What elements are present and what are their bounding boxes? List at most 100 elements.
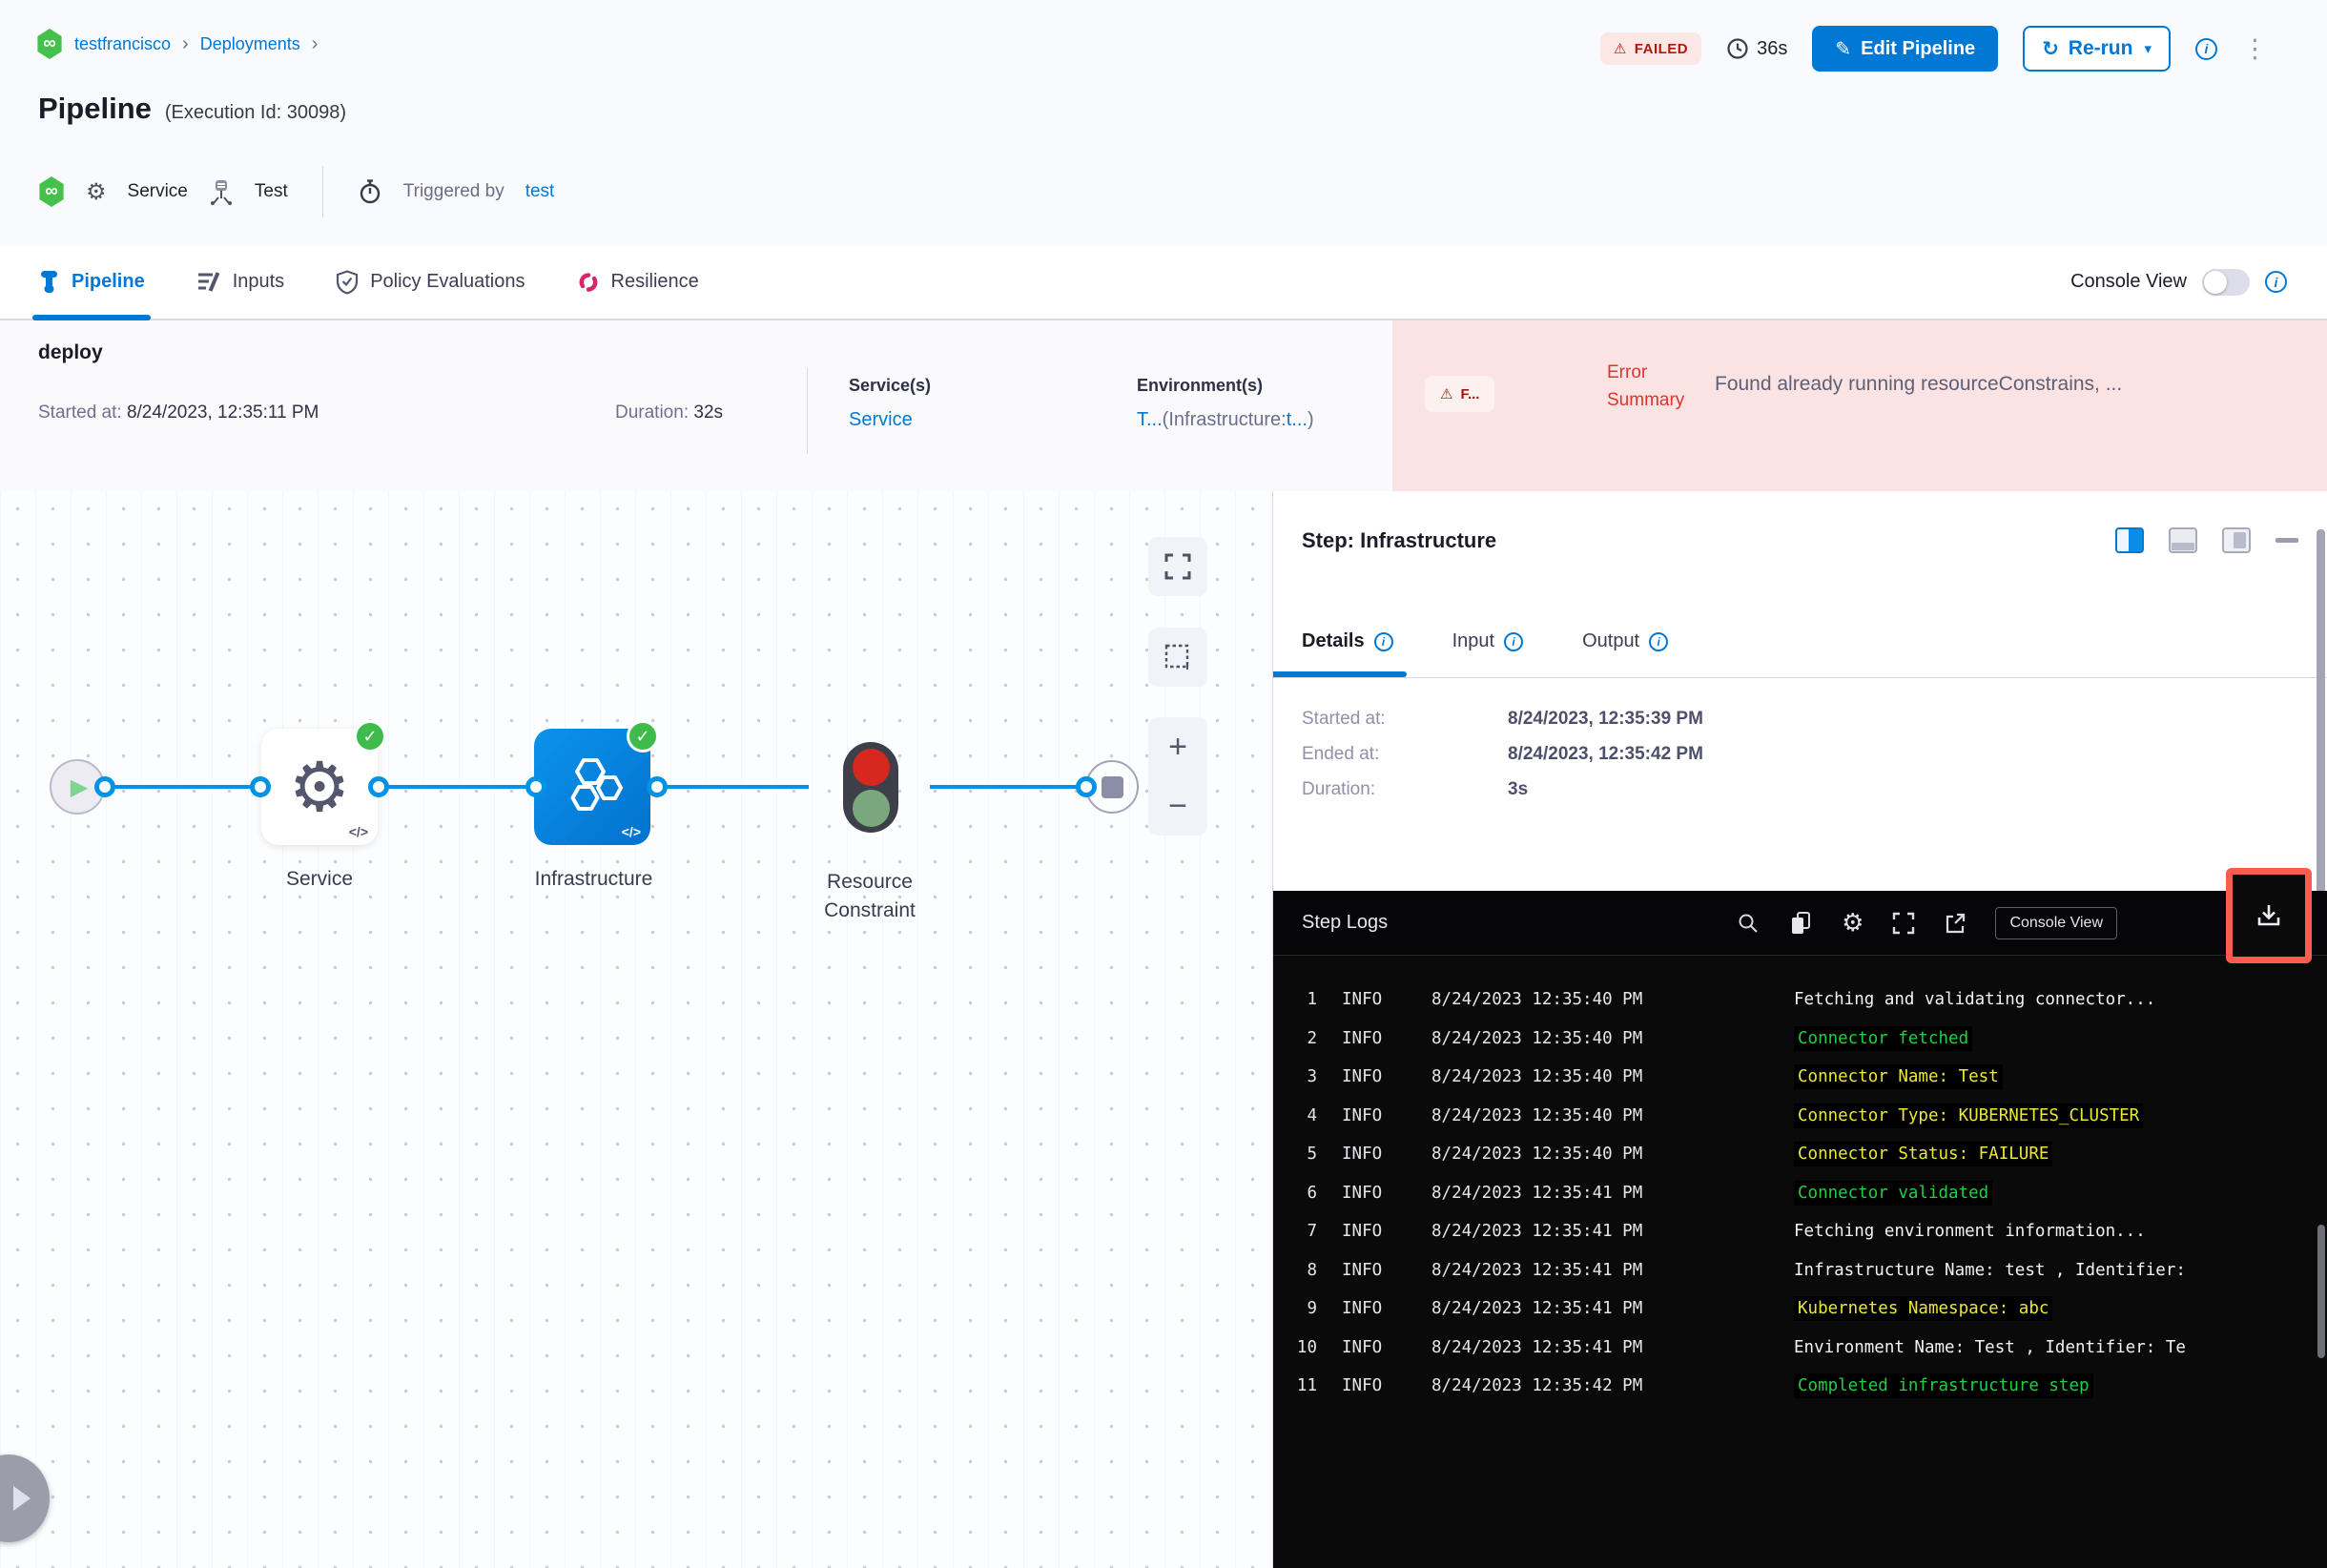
marquee-select-icon [1164, 644, 1189, 670]
log-line: 5 INFO 8/24/2023 12:35:40 PM Connector Stat… [1273, 1135, 2327, 1174]
info-icon[interactable]: i [2195, 37, 2217, 60]
edge-line [379, 785, 536, 789]
tab-output[interactable]: Output i [1582, 606, 1669, 677]
log-line: 10 INFO 8/24/2023 12:35:41 PM Environment N… [1296, 1337, 2186, 1357]
canvas-fullscreen-button[interactable] [1148, 537, 1207, 596]
tab-inputs[interactable]: Inputs [196, 245, 284, 319]
panel-header: Step: Infrastructure [1302, 527, 2298, 553]
canvas-zoom-controls: + − [1148, 717, 1207, 836]
open-in-new-icon[interactable] [1944, 912, 1967, 935]
edge-port [1076, 776, 1097, 797]
info-icon[interactable]: i [1649, 631, 1669, 651]
elapsed-time: 36s [1726, 37, 1787, 60]
zoom-in-button[interactable]: + [1148, 717, 1207, 776]
chevron-right-icon: › [182, 32, 189, 54]
tab-pipeline[interactable]: Pipeline [32, 245, 151, 320]
app-root: ∞ testfrancisco › Deployments › Pipeline… [0, 0, 2327, 1568]
node-label-service: Service [285, 868, 354, 890]
edge-port [250, 776, 271, 797]
detail-ended: Ended at: 8/24/2023, 12:35:42 PM [1302, 744, 1703, 764]
canvas-select-button[interactable] [1148, 628, 1207, 687]
edge-line [105, 785, 260, 789]
infrastructure-link[interactable]: t... [1287, 409, 1308, 430]
info-icon[interactable]: i [1373, 631, 1393, 651]
log-line: 1 INFO 8/24/2023 12:35:40 PM Fetching and v… [1307, 990, 2156, 1010]
rerun-button[interactable]: ↻ Re-run ▾ [2023, 26, 2171, 72]
tab-resilience[interactable]: Resilience [577, 245, 699, 319]
node-infrastructure[interactable]: ✓ </> [534, 720, 659, 845]
settings-gear-icon[interactable]: ⚙ [1842, 908, 1864, 938]
environment-link[interactable]: T... [1137, 409, 1163, 430]
kebab-menu-icon[interactable]: ⋮ [2242, 34, 2268, 64]
breadcrumb-deployments-link[interactable]: Deployments [200, 34, 300, 54]
step-logs-header: Step Logs ⚙ Console View [1273, 868, 2327, 963]
red-light [852, 748, 890, 786]
edit-pipeline-button[interactable]: ✎ Edit Pipeline [1812, 26, 1999, 72]
log-line: 4 INFO 8/24/2023 12:35:40 PM Connector Type… [1273, 1097, 2327, 1136]
layout-split-right-icon[interactable] [2115, 527, 2144, 553]
detail-started: Started at: 8/24/2023, 12:35:39 PM [1302, 709, 1703, 729]
log-lines: 1 INFO 8/24/2023 12:35:40 PM Fetching and v… [1273, 956, 2327, 1406]
download-logs-highlight [2226, 868, 2312, 963]
panel-layout-controls [2115, 527, 2298, 553]
console-view-cluster: Console View i [2070, 245, 2287, 319]
logs-fullscreen-icon[interactable] [1892, 912, 1915, 935]
search-icon[interactable] [1737, 912, 1760, 935]
left-drawer-handle[interactable] [0, 1455, 50, 1542]
console-view-label: Console View [2070, 271, 2187, 292]
execution-id: (Execution Id: 30098) [164, 102, 346, 123]
step-details-panel: Step: Infrastructure Details i Input i O… [1272, 491, 2327, 1568]
execution-tabbar: Pipeline Inputs Policy Evaluations Resil… [0, 245, 2327, 320]
panel-scrollbar[interactable] [2317, 529, 2325, 930]
tab-policy-evaluations[interactable]: Policy Evaluations [336, 245, 525, 319]
hexagons-icon [570, 758, 623, 811]
harness-logo-icon: ∞ [39, 176, 64, 207]
pencil-icon: ✎ [1835, 38, 1852, 60]
error-summary-label: Error Summary [1607, 362, 1685, 410]
warning-icon: ⚠ [1440, 386, 1453, 402]
pipeline-canvas[interactable]: ▶ ⚙ ✓ </> ✓ </> Service Infrastructure R… [0, 491, 1272, 1568]
zoom-out-button[interactable]: − [1148, 776, 1207, 836]
tab-details[interactable]: Details i [1273, 606, 1407, 677]
node-service[interactable]: ⚙ ✓ </> [261, 720, 386, 845]
workspace: ▶ ⚙ ✓ </> ✓ </> Service Infrastructure R… [0, 491, 2327, 1568]
console-view-toggle[interactable] [2202, 268, 2250, 296]
stage-name: deploy [38, 341, 103, 363]
environment-icon [209, 178, 234, 205]
chevron-right-icon: › [311, 32, 319, 54]
log-line: 8 INFO 8/24/2023 12:35:41 PM Infrastructure… [1307, 1260, 2186, 1280]
logs-scrollbar[interactable] [2317, 1225, 2325, 1358]
node-resource-constraint[interactable] [843, 742, 898, 833]
log-line: 3 INFO 8/24/2023 12:35:40 PM Connector Name… [1273, 1058, 2327, 1097]
code-badge: </> [621, 824, 641, 839]
edge-port [525, 776, 546, 797]
layout-bottom-icon[interactable] [2169, 527, 2197, 553]
triggered-by-link[interactable]: test [525, 181, 555, 202]
info-icon[interactable]: i [2265, 271, 2287, 293]
minimize-icon[interactable] [2276, 538, 2298, 543]
layout-float-icon[interactable] [2222, 527, 2251, 553]
environments-label: Environment(s) [1137, 376, 1264, 395]
copy-icon[interactable] [1788, 911, 1813, 936]
inputs-icon [197, 272, 220, 292]
arrow-right-icon [13, 1486, 31, 1511]
gear-icon: ⚙ [86, 178, 107, 205]
environments-block: Environment(s) T...(Infrastructure:t...) [1137, 376, 1314, 431]
info-icon[interactable]: i [1504, 631, 1524, 651]
toggle-knob [2204, 270, 2227, 294]
log-toolbar: ⚙ Console View [1737, 906, 2213, 939]
edge-port [94, 776, 115, 797]
breadcrumb-project-link[interactable]: testfrancisco [74, 34, 171, 54]
tab-input[interactable]: Input i [1452, 606, 1524, 677]
error-summary-message: Found already running resourceConstrains… [1715, 373, 2123, 395]
clock-icon [1727, 38, 1748, 59]
console-view-button[interactable]: Console View [1995, 906, 2117, 939]
environment-infra-text: (Infrastructure: [1162, 409, 1287, 430]
play-icon: ▶ [70, 774, 89, 800]
service-link[interactable]: Service [849, 409, 913, 430]
step-detail-rows: Started at: 8/24/2023, 12:35:39 PM Ended… [1302, 709, 1703, 815]
stopwatch-icon [358, 178, 382, 205]
refresh-icon: ↻ [2042, 37, 2059, 60]
download-icon[interactable] [2255, 901, 2283, 930]
edge-line [930, 785, 1086, 789]
